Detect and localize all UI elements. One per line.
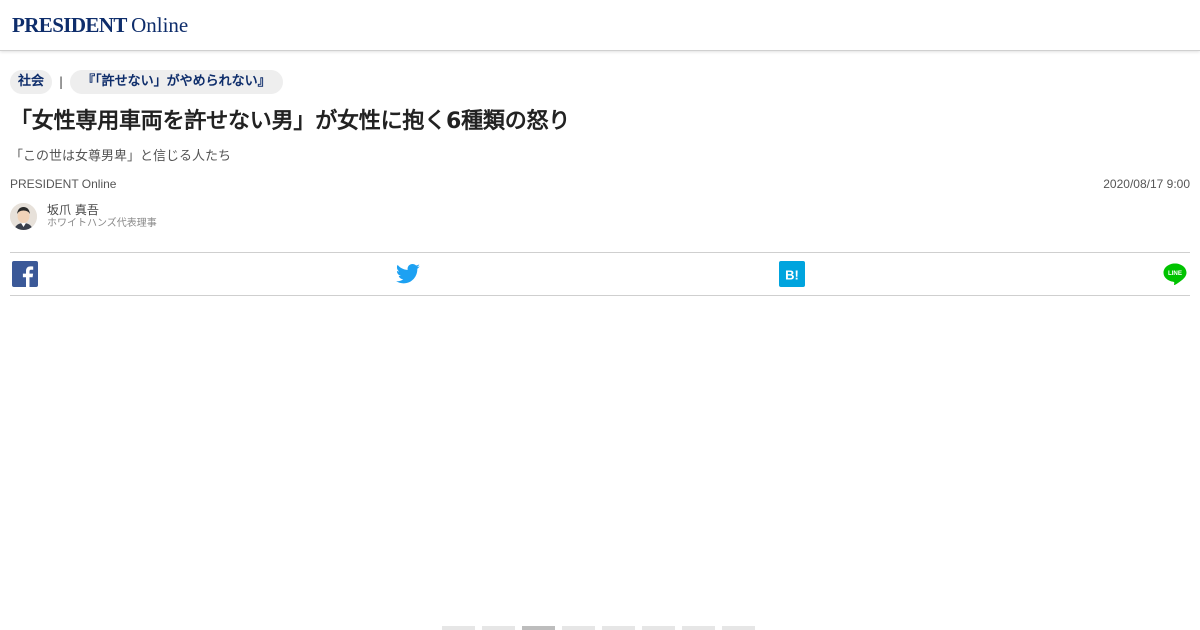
site-logo[interactable]: PRESIDENT Online [12, 13, 188, 38]
hatena-bookmark-share-button[interactable]: B! [779, 261, 805, 287]
facebook-share-button[interactable] [12, 261, 38, 287]
article-title: 「女性専用車両を許せない男」が女性に抱く6種類の怒り [10, 109, 571, 134]
page-dot-5[interactable] [602, 626, 635, 630]
hatena-bookmark-label: B! [785, 268, 799, 283]
logo-main-text: PRESIDENT [12, 13, 127, 37]
logo-sub-text: Online [131, 13, 189, 37]
publish-date: 2020/08/17 9:00 [1103, 177, 1190, 191]
category-tag[interactable]: 社会 [10, 70, 53, 94]
page-dot-4[interactable] [562, 626, 595, 630]
site-header: PRESIDENT Online [0, 0, 1200, 51]
article-subtitle: 「この世は女尊男卑」と信じる人たち [10, 149, 232, 164]
author-role: ホワイトハンズ代表理事 [47, 218, 157, 229]
page-dot-3[interactable] [522, 626, 555, 630]
publisher-name: PRESIDENT Online [10, 177, 117, 191]
line-label: LINE [1168, 270, 1182, 277]
facebook-icon [12, 261, 38, 287]
line-icon: LINE [1163, 263, 1187, 286]
page-indicator [442, 626, 762, 630]
page-dot-2[interactable] [482, 626, 515, 630]
page-dot-6[interactable] [642, 626, 675, 630]
twitter-share-button[interactable] [395, 261, 421, 287]
share-bar: B! LINE [10, 252, 1190, 296]
hatena-bookmark-icon: B! [779, 261, 805, 287]
twitter-icon [395, 264, 420, 284]
page-dot-7[interactable] [682, 626, 715, 630]
page-dot-1[interactable] [442, 626, 475, 630]
page-dot-8[interactable] [722, 626, 755, 630]
author-block[interactable]: 坂爪 真吾 ホワイトハンズ代表理事 [10, 203, 157, 231]
author-name[interactable]: 坂爪 真吾 [47, 203, 157, 218]
breadcrumb: 社会 | 『「許せない」がやめられない』 [10, 70, 283, 94]
series-tag[interactable]: 『「許せない」がやめられない』 [70, 70, 283, 94]
breadcrumb-separator: | [59, 75, 64, 89]
line-share-button[interactable]: LINE [1162, 261, 1188, 287]
author-avatar[interactable] [10, 203, 37, 231]
